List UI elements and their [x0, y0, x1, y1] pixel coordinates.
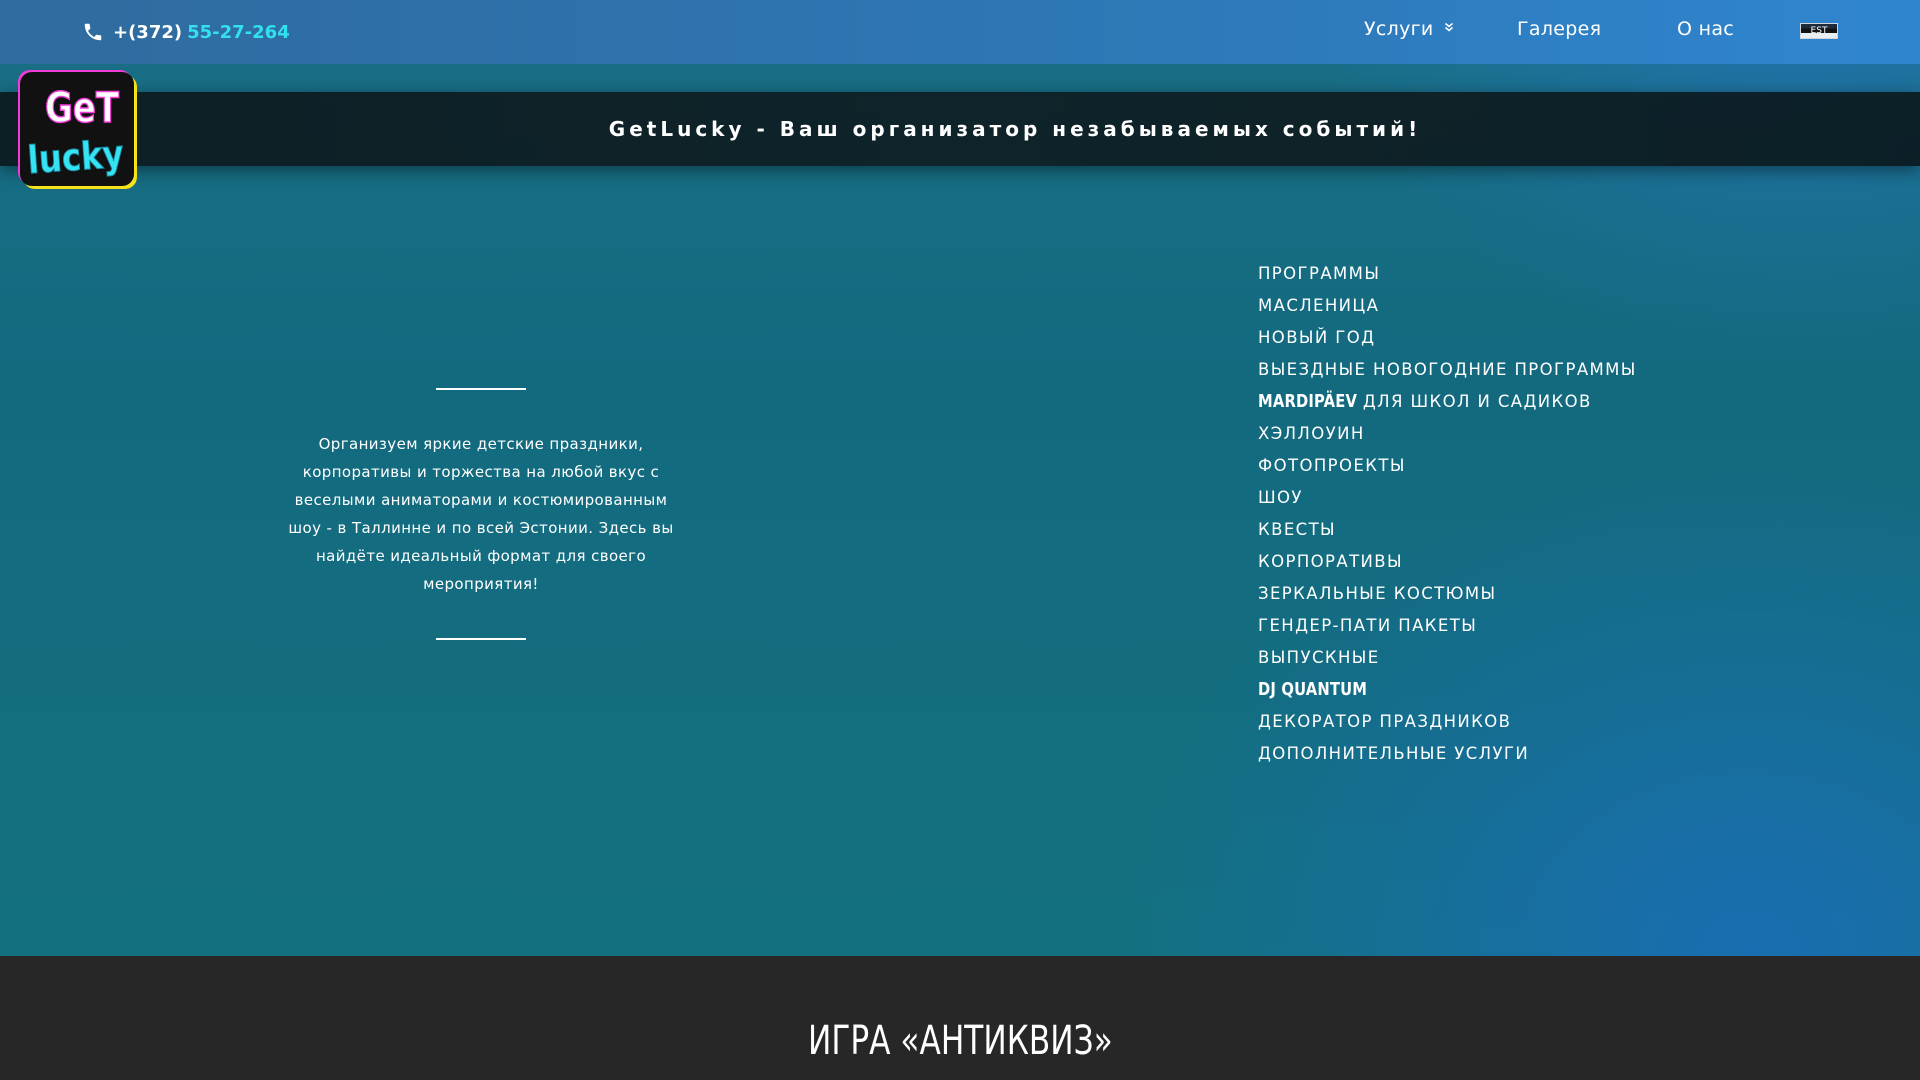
chevron-double-down-icon: [1444, 22, 1454, 34]
service-link-show[interactable]: ШОУ: [1258, 482, 1878, 514]
mardipaev-brand: MARDIPÄEV: [1258, 391, 1358, 412]
about-text: Организуем яркие детские праздники, корп…: [288, 435, 674, 593]
service-link-graduations[interactable]: ВЫПУСКНЫЕ: [1258, 642, 1878, 674]
service-link-new-year[interactable]: НОВЫЙ ГОД: [1258, 322, 1878, 354]
phone-icon: [82, 21, 104, 43]
getlucky-logo-icon: GeT lucky: [26, 82, 126, 183]
service-link-halloween[interactable]: ХЭЛЛОУИН: [1258, 418, 1878, 450]
phone-number: 55-27-264: [187, 21, 290, 43]
logo-line2: lucky: [26, 132, 125, 183]
slogan-banner: GetLucky - Ваш организатор незабываемых …: [0, 92, 1920, 166]
phone-prefix: +(372): [113, 21, 183, 43]
service-link-quests[interactable]: КВЕСТЫ: [1258, 514, 1878, 546]
service-link-new-year-visits[interactable]: ВЫЕЗДНЫЕ НОВОГОДНИЕ ПРОГРАММЫ: [1258, 354, 1878, 386]
service-link-additional[interactable]: ДОПОЛНИТЕЛЬНЫЕ УСЛУГИ: [1258, 738, 1878, 770]
divider-top: [436, 388, 526, 390]
services-list: ПРОГРАММЫ МАСЛЕНИЦА НОВЫЙ ГОД ВЫЕЗДНЫЕ Н…: [1258, 258, 1878, 770]
top-bar: +(372) 55-27-264 Услуги Галерея О нас ES…: [0, 0, 1920, 64]
nav-services[interactable]: Услуги: [1364, 18, 1454, 40]
nav-about[interactable]: О нас: [1677, 18, 1734, 40]
nav-gallery[interactable]: Галерея: [1517, 18, 1601, 40]
mardipaev-label: ДЛЯ ШКОЛ И САДИКОВ: [1362, 392, 1592, 411]
service-link-mirror-costumes[interactable]: ЗЕРКАЛЬНЫЕ КОСТЮМЫ: [1258, 578, 1878, 610]
section-title-text: ИГРА «АНТИКВИЗ»: [807, 1018, 1113, 1064]
section-title: ИГРА «АНТИКВИЗ»: [0, 1013, 1920, 1069]
service-link-dj-quantum[interactable]: DJ QUANTUM: [1258, 674, 1878, 706]
service-link-decorator[interactable]: ДЕКОРАТОР ПРАЗДНИКОВ: [1258, 706, 1878, 738]
service-link-gender-party[interactable]: ГЕНДЕР-ПАТИ ПАКЕТЫ: [1258, 610, 1878, 642]
divider-bottom: [436, 638, 526, 640]
dj-quantum-brand: DJ QUANTUM: [1258, 679, 1368, 700]
logo-line1: GeT: [45, 83, 119, 132]
nav-services-label: Услуги: [1364, 18, 1434, 40]
phone-link[interactable]: +(372) 55-27-264: [82, 18, 290, 46]
language-switch-button[interactable]: EST: [1800, 23, 1838, 39]
slogan-text: GetLucky - Ваш организатор незабываемых …: [608, 117, 1422, 141]
service-link-programs[interactable]: ПРОГРАММЫ: [1258, 258, 1878, 290]
service-link-mardipaev[interactable]: MARDIPÄEV ДЛЯ ШКОЛ И САДИКОВ: [1258, 386, 1878, 418]
service-link-photo-projects[interactable]: ФОТОПРОЕКТЫ: [1258, 450, 1878, 482]
site-logo[interactable]: GeT lucky: [20, 72, 134, 186]
service-link-maslenitsa[interactable]: МАСЛЕНИЦА: [1258, 290, 1878, 322]
service-link-corporates[interactable]: КОРПОРАТИВЫ: [1258, 546, 1878, 578]
